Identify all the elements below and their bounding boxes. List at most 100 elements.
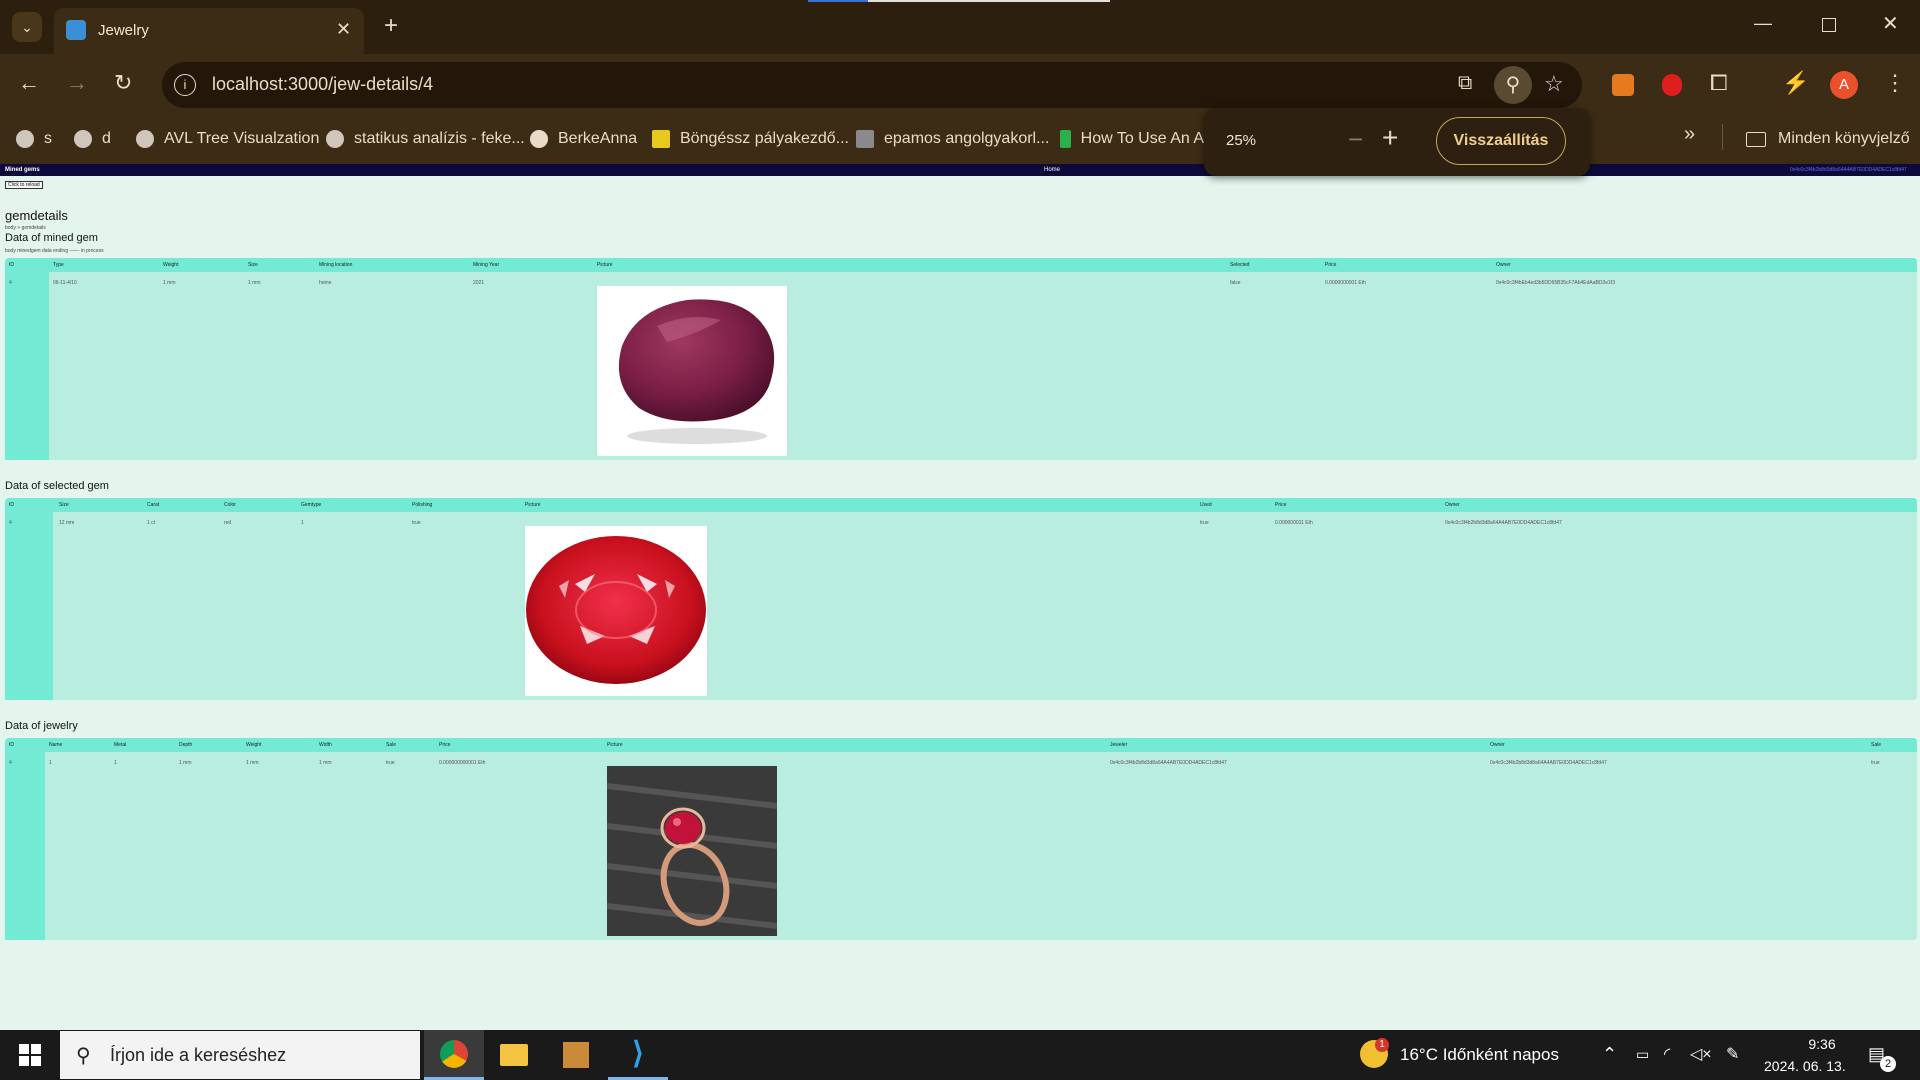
table-cell: 0.000000000001 Eth xyxy=(439,760,486,766)
table-cell: 1 mm xyxy=(163,280,176,286)
table-cell: 0x4c0c3f4b2b8d3d8a64A4AB7E0DD4ADEC1c8fd4… xyxy=(1445,520,1562,526)
globe-icon xyxy=(16,130,34,148)
column-header: Depth xyxy=(179,742,193,748)
vscode-taskbar-button[interactable]: ⟩ xyxy=(608,1030,668,1080)
folder-icon xyxy=(500,1044,528,1066)
bookmark-star-icon[interactable]: ☆ xyxy=(1544,73,1564,95)
forward-icon[interactable]: → xyxy=(66,72,88,94)
cut-ruby-image xyxy=(525,526,707,696)
start-button[interactable] xyxy=(0,1030,60,1080)
tab-search-dropdown-icon[interactable]: ⌄ xyxy=(12,12,42,42)
bookmark-item[interactable]: d xyxy=(74,124,111,154)
taskbar-search-box[interactable]: ⚲ Írjon ide a kereséshez xyxy=(60,1031,420,1079)
column-header: Price xyxy=(1275,502,1287,508)
close-window-icon[interactable]: ✕ xyxy=(1882,14,1899,34)
bookmark-item[interactable]: Böngéssz pályakezdő... xyxy=(652,124,849,154)
column-header: Price xyxy=(439,742,451,748)
site-info-icon[interactable]: i xyxy=(174,74,196,96)
table-cell: 1 mm xyxy=(319,760,332,766)
column-header: Selected xyxy=(1230,262,1250,268)
file-explorer-button[interactable] xyxy=(484,1030,544,1080)
back-icon[interactable]: ← xyxy=(18,72,40,94)
table-cell: 0.0000000001 Eth xyxy=(1325,280,1366,286)
menu-icon[interactable]: ⋮ xyxy=(1884,72,1906,94)
all-bookmarks-folder[interactable]: Minden könyvjelző xyxy=(1746,124,1910,154)
send-arrow-icon xyxy=(1060,130,1071,148)
pen-icon[interactable]: ✎ xyxy=(1726,1044,1739,1064)
vscode-icon: ⟩ xyxy=(632,1037,644,1070)
table-cell: true xyxy=(1871,760,1880,766)
tab-active[interactable]: Jewelry ✕ xyxy=(54,8,364,54)
bookmark-item[interactable]: s xyxy=(16,124,52,154)
table-cell: 0x4c0c3f4b2b8d3d8a64A4AB7E0DD4ADEC1c8fd4… xyxy=(1490,760,1607,766)
github-icon xyxy=(530,130,548,148)
bookmark-item[interactable]: BerkeAnna xyxy=(530,124,637,154)
bookmark-item[interactable]: epamos angolgyakorl... xyxy=(856,124,1049,154)
bookmark-item[interactable]: statikus analízis - feke... xyxy=(326,124,525,154)
app-navbar: Mined gems Home 0x4c0c3f4b2b8d3d8a64A4AB… xyxy=(0,164,1920,176)
zoom-out-icon[interactable]: − xyxy=(1348,124,1363,155)
reload-button[interactable]: Click to reload xyxy=(5,181,43,189)
zoom-in-icon[interactable]: + xyxy=(1382,122,1398,154)
column-header: Picture xyxy=(525,502,541,508)
page-title: gemdetails xyxy=(5,208,68,223)
more-bookmarks-icon[interactable]: » xyxy=(1684,124,1695,144)
url-text[interactable]: localhost:3000/jew-details/4 xyxy=(212,74,433,95)
column-header: Size xyxy=(248,262,258,268)
extensions-icon[interactable]: ⧠ xyxy=(1710,72,1728,94)
table-cell: home xyxy=(319,280,332,286)
column-header: Owner xyxy=(1445,502,1460,508)
metamask-extension-icon[interactable] xyxy=(1612,74,1634,96)
reload-icon[interactable]: ↻ xyxy=(114,72,132,94)
id-column xyxy=(5,272,49,460)
volume-muted-icon[interactable]: ◁× xyxy=(1690,1044,1712,1064)
bookmarks-divider xyxy=(1722,124,1723,150)
address-bar[interactable]: i localhost:3000/jew-details/4 ⧉ ⚲ ☆ xyxy=(162,62,1582,108)
battery-icon[interactable]: ▭ xyxy=(1636,1046,1649,1063)
section-subtitle: body minedgem data ending —— in process xyxy=(5,248,104,254)
tray-chevron-icon[interactable]: ⌃ xyxy=(1602,1044,1617,1065)
tab-favicon-icon xyxy=(66,20,86,40)
minimize-icon[interactable]: — xyxy=(1754,14,1772,32)
column-header: Type xyxy=(53,262,64,268)
zoom-reset-button[interactable]: Visszaállítás xyxy=(1436,117,1566,165)
table-cell: 0x4c0c3f4b2b8d3d8a64A4AB7E0DD4ADEC1c8fd4… xyxy=(1110,760,1227,766)
id-column xyxy=(5,752,45,940)
clock-date[interactable]: 2024. 06. 13. xyxy=(1764,1058,1846,1074)
performance-icon[interactable]: ⚡ xyxy=(1782,72,1809,94)
chrome-icon xyxy=(440,1039,468,1068)
table-cell: 1 mm xyxy=(246,760,259,766)
package-icon xyxy=(563,1042,589,1068)
bookmark-item[interactable]: How To Use An A xyxy=(1060,124,1204,154)
table-cell: 4 xyxy=(9,280,12,286)
table-cell: 06-11-4/10 xyxy=(53,280,77,286)
tab-close-icon[interactable]: ✕ xyxy=(336,20,351,38)
weather-text[interactable]: 16°C Időnként napos xyxy=(1400,1045,1559,1065)
translate-icon[interactable]: ⧉ xyxy=(1458,73,1472,93)
chrome-taskbar-button[interactable] xyxy=(424,1030,484,1080)
adblock-extension-icon[interactable] xyxy=(1662,74,1682,96)
zoom-icon[interactable]: ⚲ xyxy=(1494,66,1532,104)
nav-account: 0x4c0c3f4b2b8d3d8a64A4AB7E0DD4ADEC1c8fd4… xyxy=(1790,167,1907,173)
section-title-selected: Data of selected gem xyxy=(5,480,109,492)
table-cell: false xyxy=(1230,280,1241,286)
table-cell: true xyxy=(412,520,421,526)
network-icon[interactable]: ◜ xyxy=(1664,1044,1670,1064)
restore-icon[interactable] xyxy=(1822,18,1836,32)
column-header: Owner xyxy=(1496,262,1511,268)
search-icon: ⚲ xyxy=(76,1045,91,1067)
raw-ruby-image xyxy=(597,286,787,456)
bookmark-item[interactable]: AVL Tree Visualzation xyxy=(136,124,319,154)
profile-avatar[interactable]: A xyxy=(1830,71,1858,99)
table-header: ID Size Carat Color Gemtype Polishing Pi… xyxy=(5,498,1917,512)
nav-home-link[interactable]: Home xyxy=(1044,167,1060,173)
jewelry-table: ID Name Metal Depth Weight Width Sale Pr… xyxy=(5,738,1917,940)
column-header: Name xyxy=(49,742,63,748)
clock-time[interactable]: 9:36 xyxy=(1792,1036,1852,1052)
new-tab-icon[interactable]: + xyxy=(384,14,398,38)
column-header: Polishing xyxy=(412,502,433,508)
nav-brand[interactable]: Mined gems xyxy=(5,167,40,173)
table-cell: red xyxy=(224,520,232,526)
windows-icon xyxy=(19,1044,41,1066)
package-app-button[interactable] xyxy=(546,1030,606,1080)
